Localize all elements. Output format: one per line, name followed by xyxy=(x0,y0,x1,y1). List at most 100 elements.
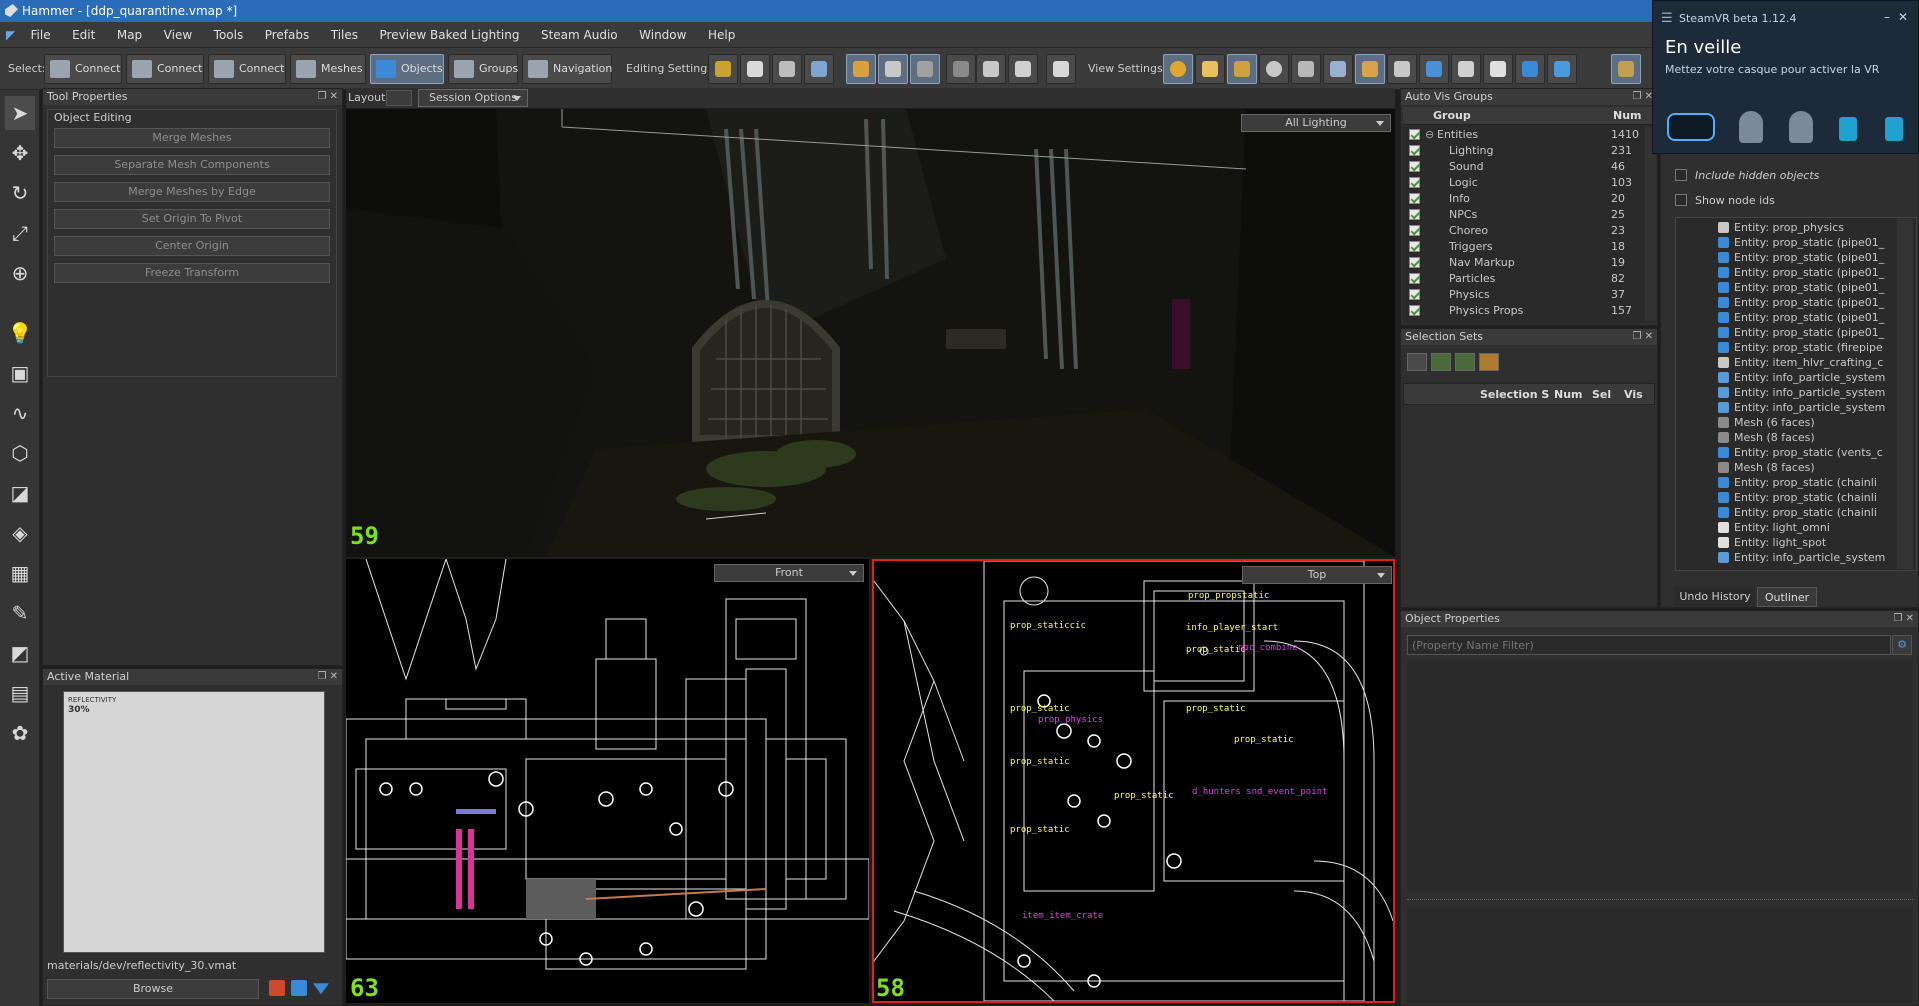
view-hammer-icon[interactable] xyxy=(1451,54,1481,84)
menu-help[interactable]: Help xyxy=(699,22,744,48)
view-lighting-icon[interactable] xyxy=(1163,54,1193,84)
menu-tiles[interactable]: Tiles xyxy=(322,22,367,48)
outliner-item[interactable]: Entity: item_hlvr_crafting_c xyxy=(1718,355,1893,370)
view-sound-icon[interactable] xyxy=(1291,54,1321,84)
select-overlap-icon[interactable] xyxy=(878,54,908,84)
select-meshes-button[interactable]: Meshes xyxy=(290,54,366,84)
select-connect-button-1[interactable]: Connect xyxy=(44,54,122,84)
select-objects-button[interactable]: Objects xyxy=(370,54,444,84)
material-dropdown-icon[interactable] xyxy=(313,983,329,995)
include-hidden-checkbox[interactable] xyxy=(1675,169,1687,181)
selection-sel-header[interactable]: Sel xyxy=(1592,388,1611,401)
view-audio-icon[interactable] xyxy=(1611,54,1641,84)
menu-view[interactable]: View xyxy=(155,22,201,48)
visibility-checkbox[interactable] xyxy=(1409,193,1420,204)
vertex-paint-tool-icon[interactable]: ◈ xyxy=(5,516,35,550)
select-groups-button[interactable]: Groups xyxy=(448,54,518,84)
polygon-tool-icon[interactable]: ⬡ xyxy=(5,436,35,470)
select-connect-button-3[interactable]: Connect xyxy=(208,54,286,84)
vis-group-row[interactable]: Sound 46 xyxy=(1403,159,1643,175)
panel-float-close-icon[interactable]: ❐ ✕ xyxy=(1893,611,1914,627)
visibility-checkbox[interactable] xyxy=(1409,241,1420,252)
vis-group-row[interactable]: Particles 82 xyxy=(1403,271,1643,287)
view-animation-icon[interactable] xyxy=(1483,54,1513,84)
property-splitter[interactable] xyxy=(1407,899,1913,903)
num-column-header[interactable]: Num xyxy=(1613,109,1642,122)
outliner-item[interactable]: Entity: prop_static (pipe01_ xyxy=(1718,235,1893,250)
outliner-item[interactable]: Entity: prop_static (pipe01_ xyxy=(1718,325,1893,340)
view-mode-dropdown-front[interactable]: Front xyxy=(714,564,864,582)
outliner-tab[interactable]: Outliner xyxy=(1757,587,1817,607)
outliner-item[interactable]: Entity: prop_static (chainli xyxy=(1718,490,1893,505)
undo-history-tab[interactable]: Undo History xyxy=(1675,587,1755,607)
outliner-item[interactable]: Entity: light_omni xyxy=(1718,520,1893,535)
view-props-icon[interactable] xyxy=(1227,54,1257,84)
vis-group-row[interactable]: Nav Markup 19 xyxy=(1403,255,1643,271)
visibility-checkbox[interactable] xyxy=(1409,145,1420,156)
vis-group-row[interactable]: Physics Props 157 xyxy=(1403,303,1643,319)
set-origin-to-pivot-button[interactable]: Set Origin To Pivot xyxy=(54,209,330,229)
browse-material-button[interactable]: Browse xyxy=(47,979,259,999)
decal-tool-icon[interactable]: ◩ xyxy=(5,636,35,670)
vis-group-row[interactable]: Choreo 23 xyxy=(1403,223,1643,239)
outliner-item[interactable]: Entity: prop_static (pipe01_ xyxy=(1718,295,1893,310)
block-tool-icon[interactable]: ▣ xyxy=(5,356,35,390)
base-station-1-icon[interactable] xyxy=(1839,117,1857,141)
grid-snap-icon[interactable] xyxy=(772,54,802,84)
visibility-checkbox[interactable] xyxy=(1409,225,1420,236)
prefab-tool-icon[interactable]: ▤ xyxy=(5,676,35,710)
select-navigation-button[interactable]: Navigation xyxy=(522,54,612,84)
select-through-icon[interactable] xyxy=(846,54,876,84)
vis-group-row[interactable]: ⊖ Entities 1410 xyxy=(1403,127,1643,143)
outliner-item[interactable]: Entity: info_particle_system xyxy=(1718,370,1893,385)
move-instance-icon[interactable] xyxy=(946,54,976,84)
separate-mesh-components-button[interactable]: Separate Mesh Components xyxy=(54,155,330,175)
outliner-item[interactable]: Entity: prop_static (pipe01_ xyxy=(1718,250,1893,265)
outliner-item[interactable]: Entity: light_spot xyxy=(1718,535,1893,550)
selection-set-deselect-icon[interactable] xyxy=(1455,353,1475,371)
visibility-checkbox[interactable] xyxy=(1409,257,1420,268)
viewport-3d[interactable]: All Lighting 59 xyxy=(346,109,1395,557)
panel-float-close-icon[interactable]: ❐ ✕ xyxy=(317,669,338,685)
tile-tool-icon[interactable]: ▦ xyxy=(5,556,35,590)
view-blend-icon[interactable] xyxy=(1323,54,1353,84)
view-nodraw-icon[interactable] xyxy=(1355,54,1385,84)
visibility-checkbox[interactable] xyxy=(1409,305,1420,316)
session-options-dropdown[interactable]: Session Options xyxy=(418,89,528,107)
rotate-tool-icon[interactable]: ↻ xyxy=(5,176,35,210)
viewport-top[interactable]: prop_propstatic info_player_start prop_s… xyxy=(872,559,1395,1003)
app-menu-icon[interactable]: ◤ xyxy=(0,22,18,48)
selection-set-select-icon[interactable] xyxy=(1431,353,1451,371)
freeze-transform-button[interactable]: Freeze Transform xyxy=(54,263,330,283)
headset-icon[interactable] xyxy=(1667,113,1715,141)
property-filter-input[interactable] xyxy=(1407,635,1891,655)
outliner-item[interactable]: Entity: prop_static (pipe01_ xyxy=(1718,265,1893,280)
vis-group-row[interactable]: Triggers 18 xyxy=(1403,239,1643,255)
select-connect-button-2[interactable]: Connect xyxy=(126,54,204,84)
visibility-checkbox[interactable] xyxy=(1409,289,1420,300)
vis-group-scrollbar[interactable] xyxy=(1645,127,1655,321)
panel-float-close-icon[interactable]: ❐ ✕ xyxy=(1632,89,1653,105)
menu-window[interactable]: Window xyxy=(630,22,695,48)
selection-name-header[interactable]: Selection S xyxy=(1480,388,1549,401)
vis-group-row[interactable]: Lighting 231 xyxy=(1403,143,1643,159)
view-mode-dropdown-3d[interactable]: All Lighting xyxy=(1241,114,1391,132)
local-space-icon[interactable] xyxy=(804,54,834,84)
view-particles-icon[interactable] xyxy=(1515,54,1545,84)
visibility-checkbox[interactable] xyxy=(1409,129,1420,140)
select-tool-icon[interactable]: ➤ xyxy=(5,96,35,130)
select-ignore-icon[interactable] xyxy=(910,54,940,84)
view-physics-icon[interactable] xyxy=(1547,54,1577,84)
outliner-item[interactable]: Mesh (6 faces) xyxy=(1718,415,1893,430)
outliner-item[interactable]: Entity: prop_static (vents_c xyxy=(1718,445,1893,460)
view-grid-icon[interactable] xyxy=(1419,54,1449,84)
material-apply-icon[interactable] xyxy=(291,980,307,996)
foliage-tool-icon[interactable]: ✿ xyxy=(5,716,35,750)
snap-icon[interactable] xyxy=(708,54,738,84)
steamvr-close-icon[interactable]: ✕ xyxy=(1898,10,1908,24)
base-station-2-icon[interactable] xyxy=(1885,117,1903,141)
pivot-icon[interactable] xyxy=(740,54,770,84)
view-mode-dropdown-top[interactable]: Top xyxy=(1242,566,1392,584)
vis-group-row[interactable]: Logic 103 xyxy=(1403,175,1643,191)
outliner-item[interactable]: Entity: prop_static (firepipe xyxy=(1718,340,1893,355)
